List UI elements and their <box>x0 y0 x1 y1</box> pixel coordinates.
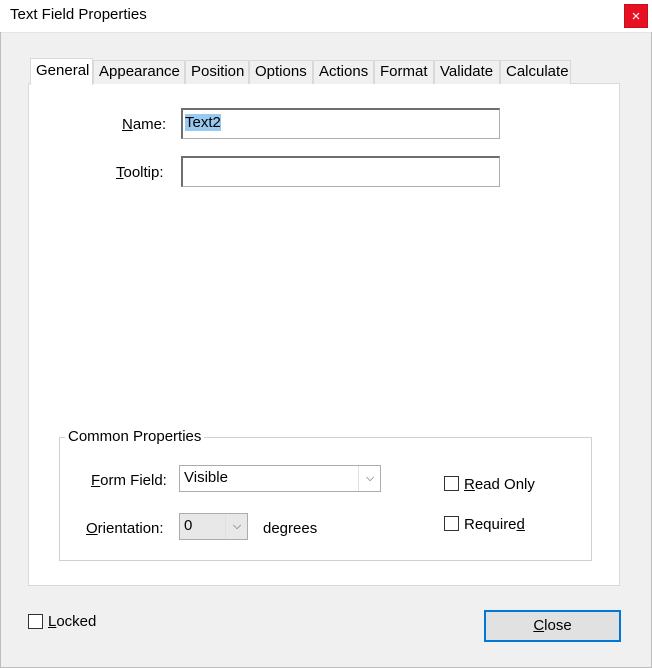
title-bar: Text Field Properties × <box>0 0 652 33</box>
tooltip-field[interactable] <box>181 156 500 187</box>
common-properties-group <box>59 437 592 561</box>
locked-label: Locked <box>48 613 97 630</box>
locked-checkbox[interactable] <box>28 614 43 629</box>
tab-actions[interactable]: Actions <box>313 60 374 84</box>
degrees-label: degrees <box>263 520 318 537</box>
read-only-checkbox[interactable] <box>444 476 459 491</box>
close-icon[interactable]: × <box>624 4 648 28</box>
tab-label: Position <box>191 63 245 80</box>
orientation-select[interactable]: 0 ⌵ <box>179 513 248 540</box>
tab-label: Actions <box>319 63 369 80</box>
close-button[interactable]: Close <box>484 610 621 642</box>
name-field[interactable]: Text2 <box>181 108 500 139</box>
chevron-down-icon[interactable]: ⌵ <box>225 514 248 539</box>
tab-options[interactable]: Options <box>249 60 313 84</box>
window-border <box>0 32 1 668</box>
name-value: Text2 <box>185 114 221 131</box>
chevron-down-icon[interactable]: ⌵ <box>358 466 381 491</box>
form-field-label: Form Field: <box>91 472 167 489</box>
required-label: Required <box>464 516 525 533</box>
tab-label: Calculate <box>506 63 569 80</box>
common-properties-title: Common Properties <box>65 428 205 445</box>
tooltip-label: Tooltip: <box>116 164 164 181</box>
name-label: Name: <box>122 116 167 133</box>
form-field-value: Visible <box>184 469 228 486</box>
tab-label: Appearance <box>99 63 180 80</box>
tab-label: Options <box>255 63 307 80</box>
tab-general[interactable]: General <box>30 58 93 85</box>
required-checkbox[interactable] <box>444 516 459 531</box>
read-only-label: Read Only <box>464 476 535 493</box>
tab-format[interactable]: Format <box>374 60 434 84</box>
tab-position[interactable]: Position <box>185 60 249 84</box>
tab-label: Format <box>380 63 428 80</box>
form-field-select[interactable]: Visible ⌵ <box>179 465 381 492</box>
tab-appearance[interactable]: Appearance <box>93 60 185 84</box>
tab-calculate[interactable]: Calculate <box>500 60 571 84</box>
tab-validate[interactable]: Validate <box>434 60 500 84</box>
orientation-value: 0 <box>184 517 193 534</box>
tab-label: Validate <box>440 63 494 80</box>
tab-label: General <box>36 62 90 79</box>
orientation-label: Orientation: <box>86 520 164 537</box>
window-title: Text Field Properties <box>10 6 147 23</box>
